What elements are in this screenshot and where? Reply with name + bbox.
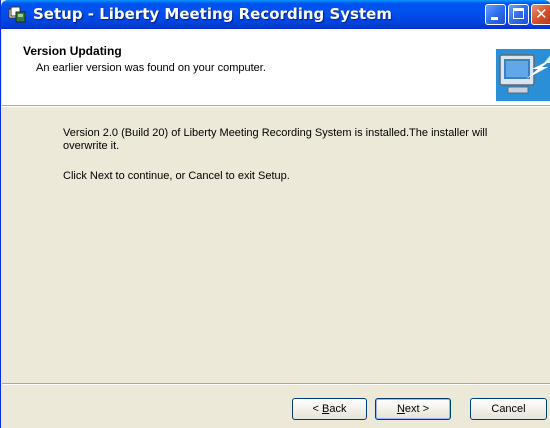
cancel-button[interactable]: Cancel bbox=[470, 398, 547, 420]
instruction-message: Click Next to continue, or Cancel to exi… bbox=[63, 170, 290, 182]
wizard-header: Version Updating An earlier version was … bbox=[2, 29, 550, 107]
minimize-button[interactable] bbox=[485, 4, 506, 25]
close-icon: ✕ bbox=[535, 5, 548, 23]
back-prefix: < bbox=[312, 403, 322, 415]
close-button[interactable]: ✕ bbox=[531, 4, 550, 25]
maximize-button[interactable] bbox=[508, 4, 529, 25]
maximize-icon bbox=[513, 8, 524, 19]
setup-app-icon bbox=[8, 6, 26, 23]
back-button[interactable]: < Back bbox=[292, 398, 367, 420]
back-label-rest: ack bbox=[329, 403, 347, 415]
computer-install-icon bbox=[496, 49, 550, 101]
next-label-rest: ext > bbox=[404, 403, 430, 415]
version-message: Version 2.0 (Build 20) of Liberty Meetin… bbox=[63, 127, 488, 152]
next-button[interactable]: Next > bbox=[375, 398, 451, 420]
title-bar[interactable]: Setup - Liberty Meeting Recording System… bbox=[1, 0, 550, 29]
setup-window: Setup - Liberty Meeting Recording System… bbox=[0, 0, 550, 428]
minimize-icon bbox=[491, 17, 498, 20]
cancel-label: Cancel bbox=[491, 403, 526, 415]
page-subtitle: An earlier version was found on your com… bbox=[36, 62, 266, 74]
window-title: Setup - Liberty Meeting Recording System bbox=[33, 5, 392, 23]
next-accelerator: N bbox=[396, 403, 405, 415]
page-title: Version Updating bbox=[23, 44, 122, 58]
bottom-divider bbox=[2, 383, 550, 385]
